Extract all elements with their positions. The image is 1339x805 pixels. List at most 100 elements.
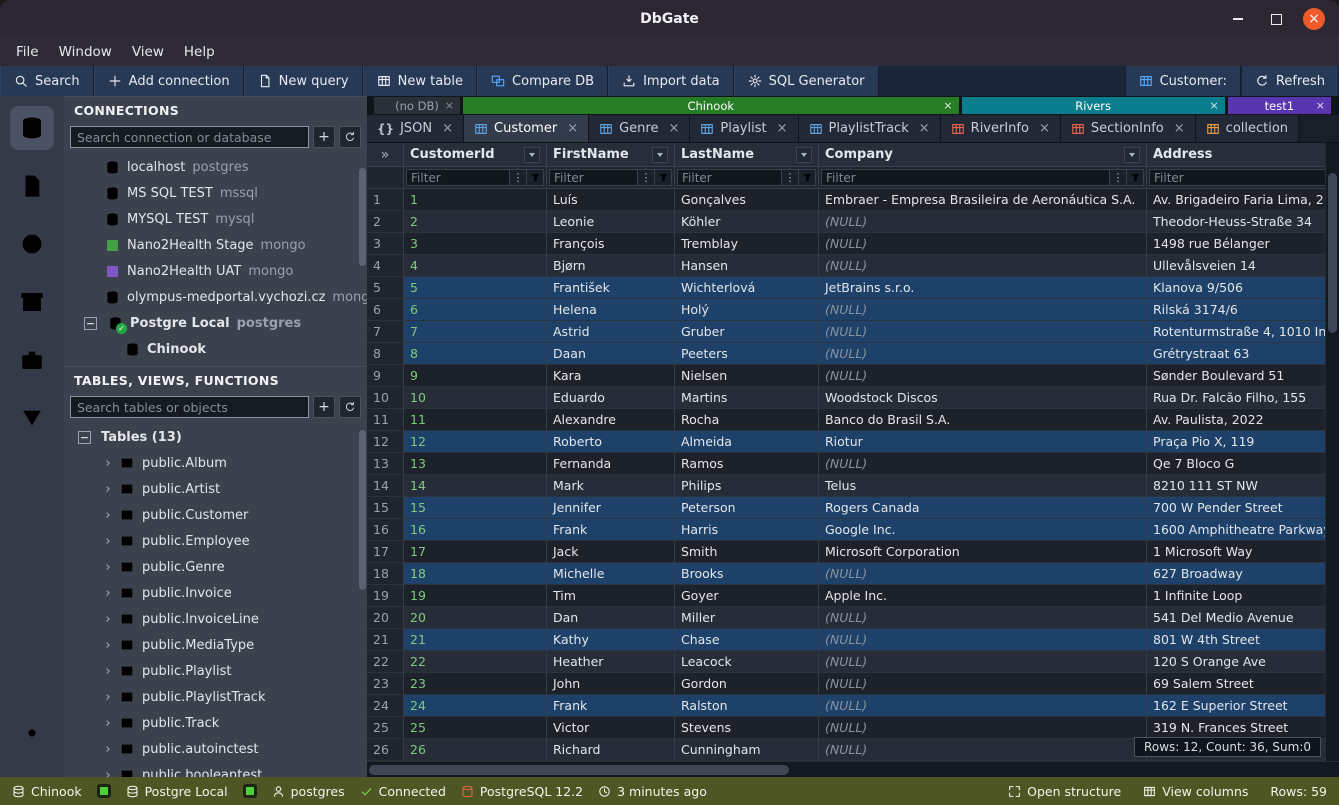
table-item-public-invoice[interactable]: ›public.Invoice [64, 580, 367, 606]
cell[interactable]: Roberto [547, 431, 675, 452]
filter-funnel-button[interactable] [799, 169, 816, 186]
filter-input-customerid[interactable] [406, 169, 510, 186]
menu-window[interactable]: Window [49, 41, 122, 63]
cell[interactable]: Ramos [675, 453, 819, 474]
table-row[interactable]: 1313FernandaRamos(NULL)Qe 7 Bloco G [367, 453, 1339, 475]
cell[interactable]: Hansen [675, 255, 819, 276]
cell[interactable]: Microsoft Corporation [819, 541, 1147, 562]
column-header-address[interactable]: Address [1147, 143, 1339, 166]
cell[interactable]: 22 [404, 651, 547, 672]
column-header-customerid[interactable]: CustomerId [404, 143, 547, 166]
cell[interactable]: 21 [404, 629, 547, 650]
column-header-firstname[interactable]: FirstName [547, 143, 675, 166]
close-icon[interactable]: × [777, 121, 788, 136]
add-table-plus-button[interactable]: + [313, 396, 335, 418]
column-header-company[interactable]: Company [819, 143, 1147, 166]
cell[interactable]: 1498 rue Bélanger [1147, 233, 1339, 254]
collapse-expander-icon[interactable]: − [84, 317, 97, 330]
vertical-scrollbar[interactable] [1325, 143, 1339, 761]
cell[interactable]: (NULL) [819, 717, 1147, 738]
cell[interactable]: 1600 Amphitheatre Parkway [1147, 519, 1339, 540]
cell[interactable]: 1 [404, 189, 547, 210]
cell[interactable]: Peterson [675, 497, 819, 518]
toolbar-button-compare-db[interactable]: Compare DB [477, 66, 608, 96]
cell[interactable]: 8210 111 ST NW [1147, 475, 1339, 496]
cell[interactable]: 4 [404, 255, 547, 276]
table-item-public-autoinctest[interactable]: ›public.autoinctest [64, 736, 367, 762]
cell[interactable]: 2 [404, 211, 547, 232]
cell[interactable]: (NULL) [819, 695, 1147, 716]
table-item-public-track[interactable]: ›public.Track [64, 710, 367, 736]
table-row[interactable]: 2323JohnGordon(NULL)69 Salem Street [367, 673, 1339, 695]
table-item-public-employee[interactable]: ›public.Employee [64, 528, 367, 554]
sidebar-connections-icon[interactable] [10, 106, 54, 150]
cell[interactable]: Fernanda [547, 453, 675, 474]
cell[interactable]: 18 [404, 563, 547, 584]
cell[interactable]: 541 Del Medio Avenue [1147, 607, 1339, 628]
filter-menu-button[interactable]: ⋮ [1110, 169, 1127, 186]
column-dropdown-icon[interactable] [1124, 147, 1140, 163]
table-item-public-customer[interactable]: ›public.Customer [64, 502, 367, 528]
table-row[interactable]: 55FrantišekWichterlováJetBrains s.r.o.Kl… [367, 277, 1339, 299]
cell[interactable]: Klanova 9/506 [1147, 277, 1339, 298]
column-header-lastname[interactable]: LastName [675, 143, 819, 166]
connections-scrollbar[interactable] [359, 168, 366, 266]
cell[interactable]: Wichterlová [675, 277, 819, 298]
cell[interactable]: 16 [404, 519, 547, 540]
cell[interactable]: Brooks [675, 563, 819, 584]
table-row[interactable]: 22LeonieKöhler(NULL)Theodor-Heuss-Straße… [367, 211, 1339, 233]
cell[interactable]: Victor [547, 717, 675, 738]
cell[interactable]: Almeida [675, 431, 819, 452]
close-icon[interactable]: × [1316, 99, 1325, 112]
cell[interactable]: Ralston [675, 695, 819, 716]
cell[interactable]: 14 [404, 475, 547, 496]
column-dropdown-icon[interactable] [796, 147, 812, 163]
cell[interactable]: (NULL) [819, 453, 1147, 474]
cell[interactable]: 26 [404, 739, 547, 760]
connection-item-mysql-test[interactable]: MYSQL TESTmysql [64, 206, 367, 232]
table-item-public-genre[interactable]: ›public.Genre [64, 554, 367, 580]
cell[interactable]: François [547, 233, 675, 254]
connection-item-localhost[interactable]: localhostpostgres [64, 154, 367, 180]
cell[interactable]: JetBrains s.r.o. [819, 277, 1147, 298]
table-row[interactable]: 66HelenaHolý(NULL)Rilská 3174/6 [367, 299, 1339, 321]
filter-menu-button[interactable]: ⋮ [638, 169, 655, 186]
cell[interactable]: Gonçalves [675, 189, 819, 210]
close-icon[interactable]: × [1210, 99, 1219, 112]
cell[interactable]: 13 [404, 453, 547, 474]
cell[interactable]: Rocha [675, 409, 819, 430]
cell[interactable]: Qe 7 Bloco G [1147, 453, 1339, 474]
cell[interactable]: Peeters [675, 343, 819, 364]
menu-help[interactable]: Help [174, 41, 225, 63]
cell[interactable]: Dan [547, 607, 675, 628]
cell[interactable]: 5 [404, 277, 547, 298]
sidebar-filter-icon[interactable] [10, 396, 54, 440]
cell[interactable]: Mark [547, 475, 675, 496]
status-open-structure[interactable]: Open structure [1008, 784, 1121, 799]
cell[interactable]: Grétrystraat 63 [1147, 343, 1339, 364]
file-tab-playlisttrack[interactable]: PlaylistTrack× [799, 115, 941, 142]
close-icon[interactable]: × [919, 121, 930, 136]
connections-refresh-button[interactable] [339, 126, 361, 148]
file-tab-customer[interactable]: Customer× [464, 115, 589, 142]
cell[interactable]: 12 [404, 431, 547, 452]
filter-menu-button[interactable]: ⋮ [510, 169, 527, 186]
table-row[interactable]: 2424FrankRalston(NULL)162 E Superior Str… [367, 695, 1339, 717]
toolbar-button-add-connection[interactable]: Add connection [94, 66, 244, 96]
cell[interactable]: 120 S Orange Ave [1147, 651, 1339, 672]
tables-scrollbar[interactable] [359, 430, 366, 590]
cell[interactable]: 15 [404, 497, 547, 518]
cell[interactable]: 8 [404, 343, 547, 364]
table-row[interactable]: 1111AlexandreRochaBanco do Brasil S.A.Av… [367, 409, 1339, 431]
filter-funnel-button[interactable] [1127, 169, 1144, 186]
db-tab-rivers[interactable]: Rivers× [962, 97, 1225, 114]
cell[interactable]: (NULL) [819, 255, 1147, 276]
file-tab-json[interactable]: {}JSON× [367, 115, 464, 142]
cell[interactable]: Av. Paulista, 2022 [1147, 409, 1339, 430]
cell[interactable]: Richard [547, 739, 675, 760]
cell[interactable]: (NULL) [819, 563, 1147, 584]
status-view-columns[interactable]: View columns [1143, 784, 1248, 799]
cell[interactable]: (NULL) [819, 211, 1147, 232]
cell[interactable]: Philips [675, 475, 819, 496]
cell[interactable]: 1 Infinite Loop [1147, 585, 1339, 606]
